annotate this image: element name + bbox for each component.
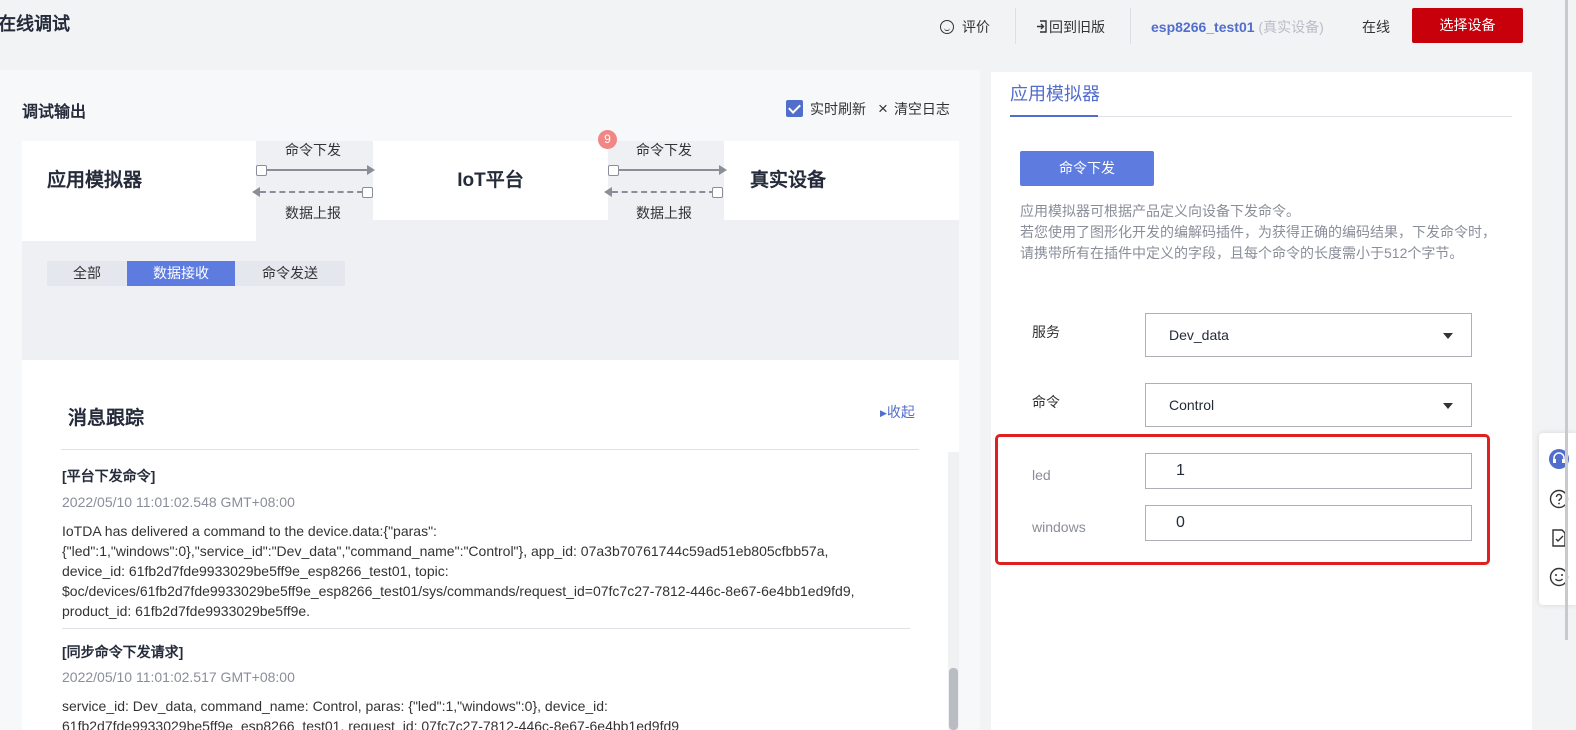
debug-output-title: 调试输出: [22, 104, 87, 121]
flow-arrow-up: [260, 191, 363, 193]
log-body: service_id: Dev_data, command_name: Cont…: [62, 696, 912, 730]
collapse-label: 收起: [886, 404, 915, 420]
service-label: 服务: [1032, 324, 1060, 340]
log-timestamp: 2022/05/10 11:01:02.548 GMT+08:00: [62, 494, 295, 510]
log-entry: [同步命令下发请求] 2022/05/10 11:01:02.517 GMT+0…: [62, 642, 912, 730]
log-line: 61fb2d7fde9933029be5ff9e_esp8266_test01,…: [62, 718, 680, 730]
flow-node-real-device[interactable]: 真实设备: [724, 141, 959, 220]
tab-data-received[interactable]: 数据接收: [127, 261, 235, 286]
clear-log-label: 清空日志: [893, 101, 950, 117]
active-tab-indicator: [1010, 115, 1098, 117]
exit-icon: [1037, 20, 1047, 33]
log-line: product_id: 61fb2d7fde9933029be5ff9e.: [62, 603, 311, 619]
flow-arrow-down: [619, 169, 719, 171]
flow-port: [712, 187, 723, 198]
caret-down-icon: [1443, 403, 1453, 409]
divider: [61, 449, 919, 450]
filter-tabs: 全部 数据接收 命令发送: [47, 261, 345, 286]
log-line: service_id: Dev_data, command_name: Cont…: [62, 698, 608, 714]
old-version-link[interactable]: 回到旧版: [1036, 16, 1105, 38]
top-bar: 在线调试 评价 回到旧版 esp8266_test01 (真实设备) 在线 选择…: [0, 0, 1576, 62]
arrow-left-icon: [604, 187, 612, 197]
header-divider: [1015, 8, 1016, 44]
divider: [62, 628, 910, 629]
flow-label-data-up: 数据上报: [285, 205, 341, 221]
flow-arrow-down: [267, 169, 367, 171]
log-entry: [平台下发命令] 2022/05/10 11:01:02.548 GMT+08:…: [62, 466, 912, 621]
device-status: 在线: [1362, 19, 1390, 35]
arrow-right-icon: [367, 165, 375, 175]
flow-diagram: 应用模拟器 IoT平台 真实设备 命令下发 数据上报 命令下发 数据上报: [22, 141, 959, 360]
flow-label-command-down: 命令下发: [636, 142, 692, 158]
simulator-description: 应用模拟器可根据产品定义向设备下发命令。 若您使用了图形化开发的编解码插件，为获…: [1020, 201, 1502, 264]
caret-down-icon: [1443, 333, 1453, 339]
device-selector-link[interactable]: esp8266_test01 (真实设备): [1151, 16, 1324, 38]
device-kind: (真实设备): [1258, 19, 1324, 35]
flow-port: [362, 187, 373, 198]
close-icon: ×: [878, 99, 888, 118]
caret-right-icon: ▶: [880, 408, 887, 418]
arrow-right-icon: [719, 165, 727, 175]
annotation-highlight-box: [995, 434, 1490, 565]
log-timestamp: 2022/05/10 11:01:02.517 GMT+08:00: [62, 669, 295, 685]
flow-port: [256, 165, 267, 176]
smile-icon: [940, 20, 954, 34]
log-body: IoTDA has delivered a command to the dev…: [62, 521, 912, 621]
service-select[interactable]: Dev_data: [1145, 313, 1472, 357]
log-heading: [同步命令下发请求]: [62, 644, 184, 660]
log-line: IoTDA has delivered a command to the dev…: [62, 523, 437, 539]
realtime-label: 实时刷新: [810, 101, 866, 117]
tab-command-sent[interactable]: 命令发送: [235, 261, 345, 286]
clear-log-button[interactable]: × 清空日志: [878, 99, 950, 119]
page-title: 在线调试: [0, 14, 70, 34]
flow-label-command-down: 命令下发: [285, 142, 341, 158]
command-select-value: Control: [1169, 397, 1215, 413]
realtime-refresh-checkbox[interactable]: 实时刷新: [786, 99, 866, 119]
device-name: esp8266_test01: [1151, 19, 1255, 35]
log-line: $oc/devices/61fb2d7fde9933029be5ff9e_esp…: [62, 583, 855, 599]
scrollbar-thumb[interactable]: [949, 668, 958, 730]
flow-node-iot-platform[interactable]: IoT平台: [373, 141, 608, 220]
checkbox-checked-icon: [786, 100, 803, 117]
rate-link[interactable]: 评价: [940, 16, 990, 38]
notification-badge: 9: [598, 130, 617, 149]
flow-node-app-simulator[interactable]: 应用模拟器: [22, 141, 256, 241]
log-line: device_id: 61fb2d7fde9933029be5ff9e_esp8…: [62, 563, 449, 579]
arrow-left-icon: [252, 187, 260, 197]
tab-app-simulator[interactable]: 应用模拟器: [1010, 80, 1100, 106]
description-line: 应用模拟器可根据产品定义向设备下发命令。: [1020, 203, 1300, 219]
flow-port: [608, 165, 619, 176]
page-scrollbar[interactable]: [1565, 0, 1568, 640]
command-select[interactable]: Control: [1145, 383, 1472, 427]
flow-arrow-up: [612, 191, 715, 193]
log-heading: [平台下发命令]: [62, 468, 156, 484]
header-divider: [1130, 8, 1131, 44]
command-label: 命令: [1032, 394, 1060, 410]
select-device-button[interactable]: 选择设备: [1412, 8, 1523, 43]
log-line: {"led":1,"windows":0},"service_id":"Dev_…: [62, 543, 829, 559]
flow-label-data-up: 数据上报: [636, 205, 692, 221]
service-select-value: Dev_data: [1169, 327, 1229, 343]
description-line: 若您使用了图形化开发的编解码插件，为获得正确的编码结果，下发命令时，请携带所有在…: [1020, 224, 1496, 261]
rate-label: 评价: [962, 19, 990, 35]
send-command-button[interactable]: 命令下发: [1020, 151, 1154, 186]
tab-all[interactable]: 全部: [47, 261, 127, 286]
message-trace-title: 消息跟踪: [68, 408, 145, 429]
collapse-link[interactable]: ▶收起: [880, 402, 915, 422]
old-version-label: 回到旧版: [1049, 19, 1105, 35]
